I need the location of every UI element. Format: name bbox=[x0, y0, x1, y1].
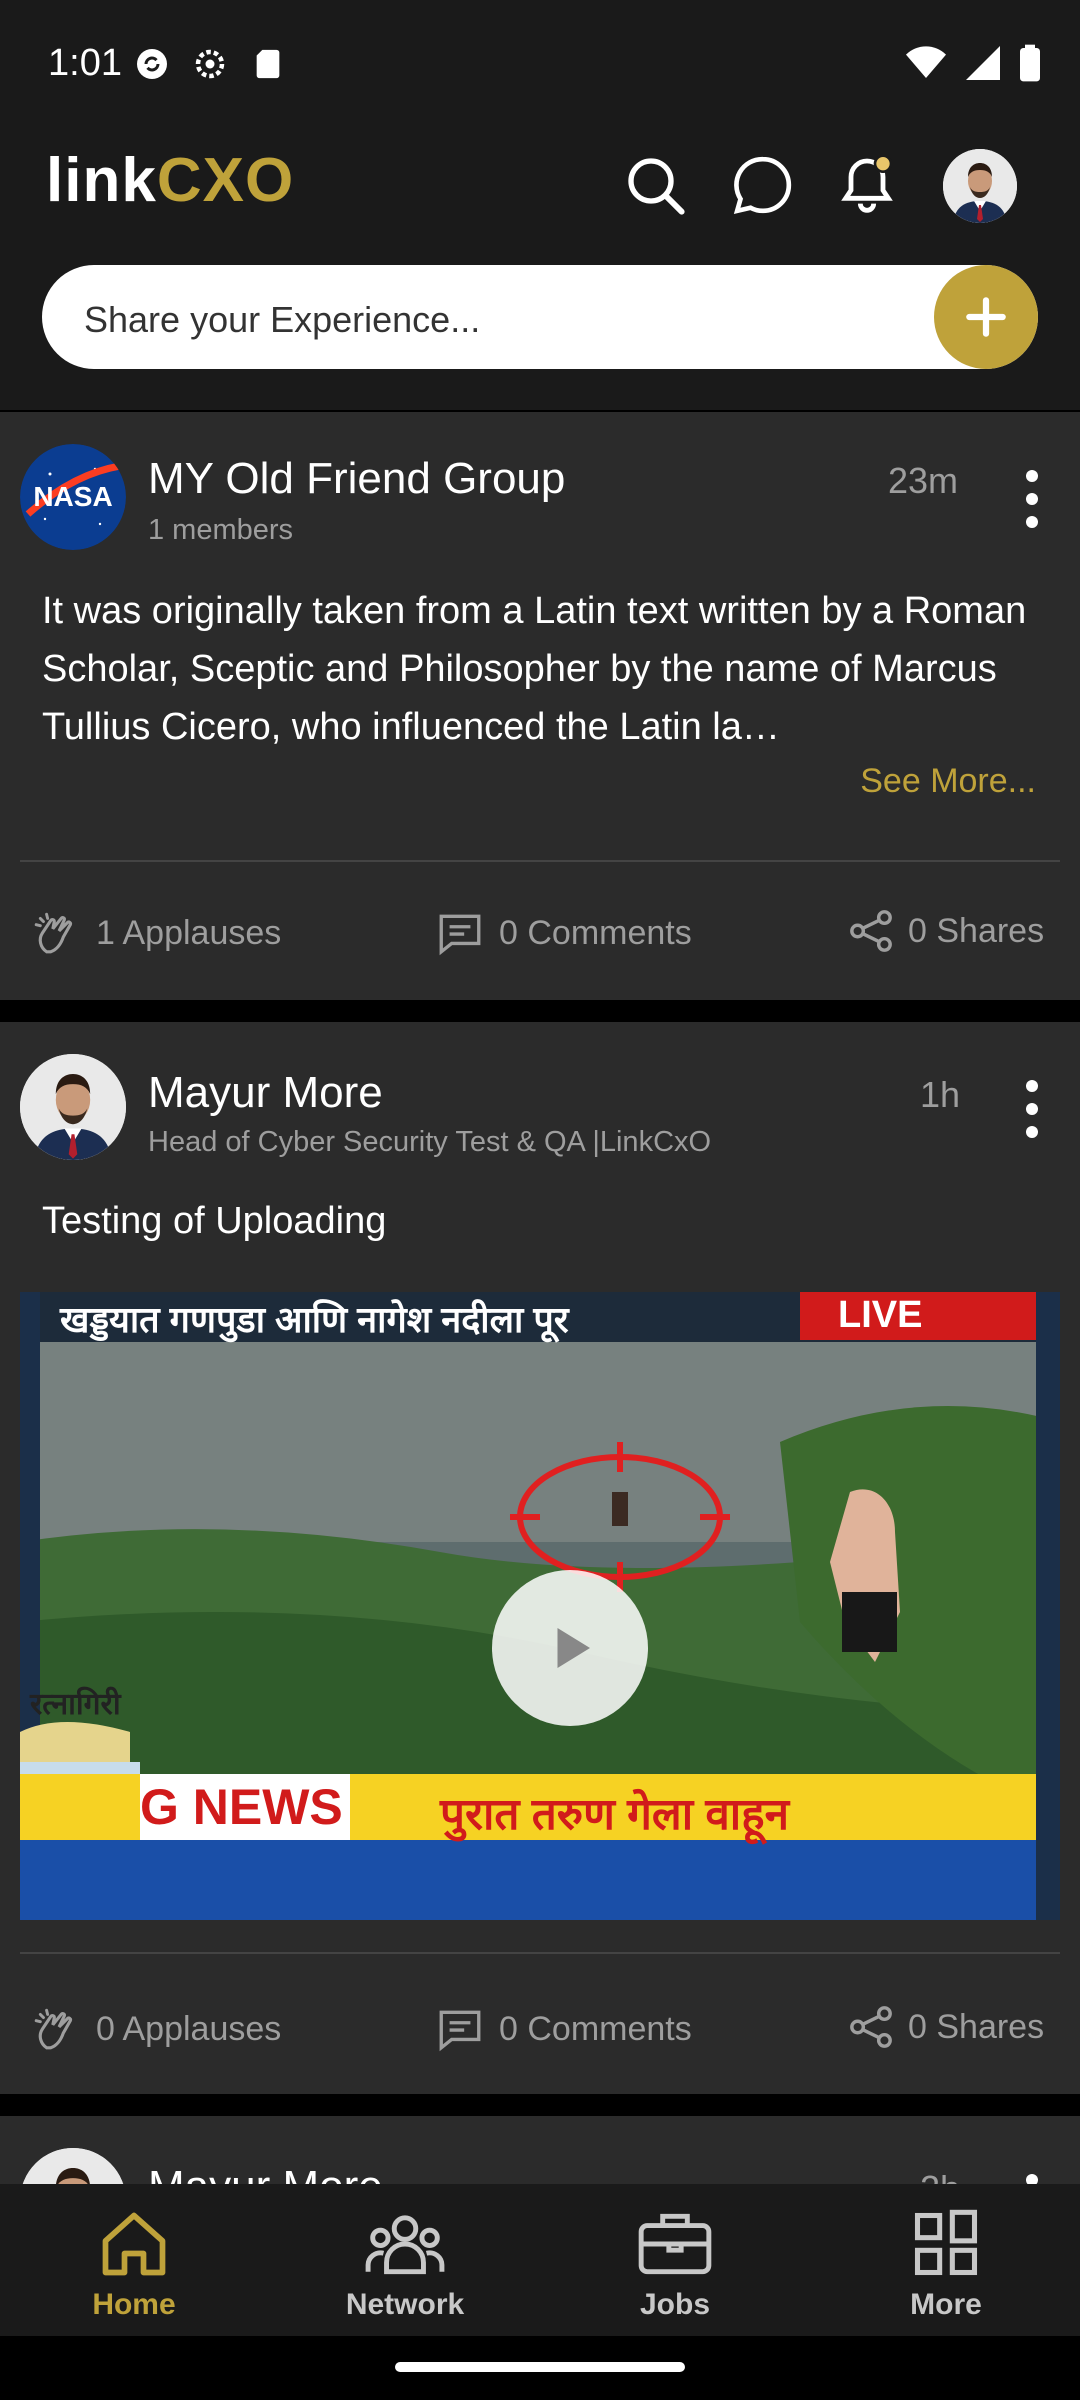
battery-icon bbox=[1020, 44, 1040, 87]
shares-count: 0 Shares bbox=[908, 2007, 1045, 2046]
status-system-icons bbox=[906, 44, 1040, 87]
nav-more[interactable]: More bbox=[846, 2204, 1046, 2322]
video-news-text: G NEWS bbox=[140, 1779, 343, 1835]
plus-icon bbox=[966, 297, 1006, 337]
applause-button[interactable]: 0 Applauses bbox=[32, 2004, 281, 2054]
play-button[interactable] bbox=[492, 1570, 648, 1726]
post-subtitle: Head of Cyber Security Test & QA |LinkCx… bbox=[148, 1126, 712, 1158]
nav-home[interactable]: Home bbox=[34, 2204, 234, 2322]
gesture-home-indicator[interactable] bbox=[395, 2362, 685, 2372]
shares-button[interactable]: 0 Shares bbox=[848, 908, 1044, 954]
settings-icon bbox=[190, 44, 230, 84]
post-subtitle: 1 members bbox=[148, 514, 294, 546]
comments-count: 0 Comments bbox=[499, 2009, 692, 2048]
post-text: Testing of Uploading bbox=[42, 1200, 387, 1242]
applause-icon bbox=[34, 2008, 73, 2050]
status-bar: 1:01 bbox=[0, 0, 1080, 130]
logo-cxo-text: CXO bbox=[156, 145, 295, 215]
comments-button[interactable]: 0 Comments bbox=[435, 908, 692, 958]
post-author[interactable]: Mayur More bbox=[148, 2162, 383, 2186]
post-video[interactable]: खड्डयात गणपुडा आणि नागेश नदीला पूर LIVE … bbox=[20, 1292, 1060, 1920]
nav-jobs-label: Jobs bbox=[639, 2288, 711, 2321]
author-avatar[interactable] bbox=[20, 2148, 126, 2186]
group-avatar[interactable]: NASA bbox=[20, 444, 126, 550]
author-avatar[interactable] bbox=[20, 1054, 126, 1160]
signal-icon bbox=[966, 46, 1000, 85]
more-options-icon[interactable] bbox=[1012, 1074, 1052, 1144]
sync-icon bbox=[132, 44, 172, 84]
nav-home-label: Home bbox=[92, 2288, 176, 2321]
applause-count: 0 Applauses bbox=[96, 2009, 282, 2048]
shares-button[interactable]: 0 Shares bbox=[848, 2004, 1044, 2050]
shares-count: 0 Shares bbox=[908, 911, 1045, 950]
logo-link-text: link bbox=[46, 145, 157, 215]
nav-network-label: Network bbox=[345, 2288, 465, 2321]
post-author[interactable]: MY Old Friend Group bbox=[148, 454, 565, 504]
comment-icon bbox=[439, 914, 481, 956]
play-icon bbox=[557, 1628, 590, 1668]
post-card: Mayur More 2h bbox=[0, 2116, 1080, 2186]
status-time: 1:01 bbox=[48, 42, 122, 84]
search-icon[interactable] bbox=[620, 150, 690, 220]
see-more-link[interactable]: See More... bbox=[860, 762, 1036, 801]
wifi-icon bbox=[906, 46, 946, 85]
share-icon bbox=[850, 910, 892, 952]
applause-count: 1 Applauses bbox=[96, 913, 282, 952]
nav-network[interactable]: Network bbox=[305, 2204, 505, 2322]
post-time: 23m bbox=[888, 460, 959, 501]
post-time: 1h bbox=[920, 1074, 961, 1115]
share-icon bbox=[850, 2006, 892, 2048]
share-experience-placeholder[interactable]: Share your Experience... bbox=[84, 299, 480, 341]
video-banner-text: खड्डयात गणपुडा आणि नागेश नदीला पूर bbox=[60, 1299, 569, 1340]
post-divider bbox=[20, 860, 1060, 862]
more-options-icon[interactable] bbox=[1012, 464, 1052, 534]
post-card: Mayur More Head of Cyber Security Test &… bbox=[0, 1022, 1080, 2094]
app-logo: link CXO bbox=[46, 146, 294, 215]
status-notification-icons bbox=[132, 44, 288, 84]
share-experience-bar[interactable]: Share your Experience... bbox=[42, 265, 1038, 369]
applause-icon bbox=[34, 912, 73, 954]
home-icon bbox=[34, 2204, 234, 2284]
sd-card-icon bbox=[248, 44, 288, 84]
nav-more-label: More bbox=[910, 2288, 982, 2321]
post-text: It was originally taken from a Latin tex… bbox=[42, 590, 1027, 748]
profile-avatar[interactable] bbox=[943, 149, 1017, 223]
briefcase-icon bbox=[575, 2204, 775, 2284]
chat-icon[interactable] bbox=[728, 150, 798, 220]
video-headline-text: पुरात तरुण गेला वाहून bbox=[440, 1790, 789, 1839]
grid-more-icon bbox=[846, 2204, 1046, 2284]
svg-text:NASA: NASA bbox=[33, 481, 112, 512]
add-post-button[interactable] bbox=[934, 265, 1038, 369]
bottom-navigation: Home Network Jobs More bbox=[0, 2184, 1080, 2336]
applause-button[interactable]: 1 Applauses bbox=[32, 908, 281, 958]
video-place-text: रत्नागिरी bbox=[30, 1688, 121, 1721]
network-icon bbox=[305, 2204, 505, 2284]
post-author[interactable]: Mayur More bbox=[148, 1068, 383, 1118]
post-divider bbox=[20, 1952, 1060, 1954]
post-card: NASA MY Old Friend Group 1 members 23m I… bbox=[0, 412, 1080, 1000]
comments-count: 0 Comments bbox=[499, 913, 692, 952]
comments-button[interactable]: 0 Comments bbox=[435, 2004, 692, 2054]
comment-icon bbox=[439, 2010, 481, 2052]
video-live-badge: LIVE bbox=[838, 1294, 923, 1336]
notification-bell-icon[interactable] bbox=[832, 150, 902, 220]
nav-jobs[interactable]: Jobs bbox=[575, 2204, 775, 2322]
